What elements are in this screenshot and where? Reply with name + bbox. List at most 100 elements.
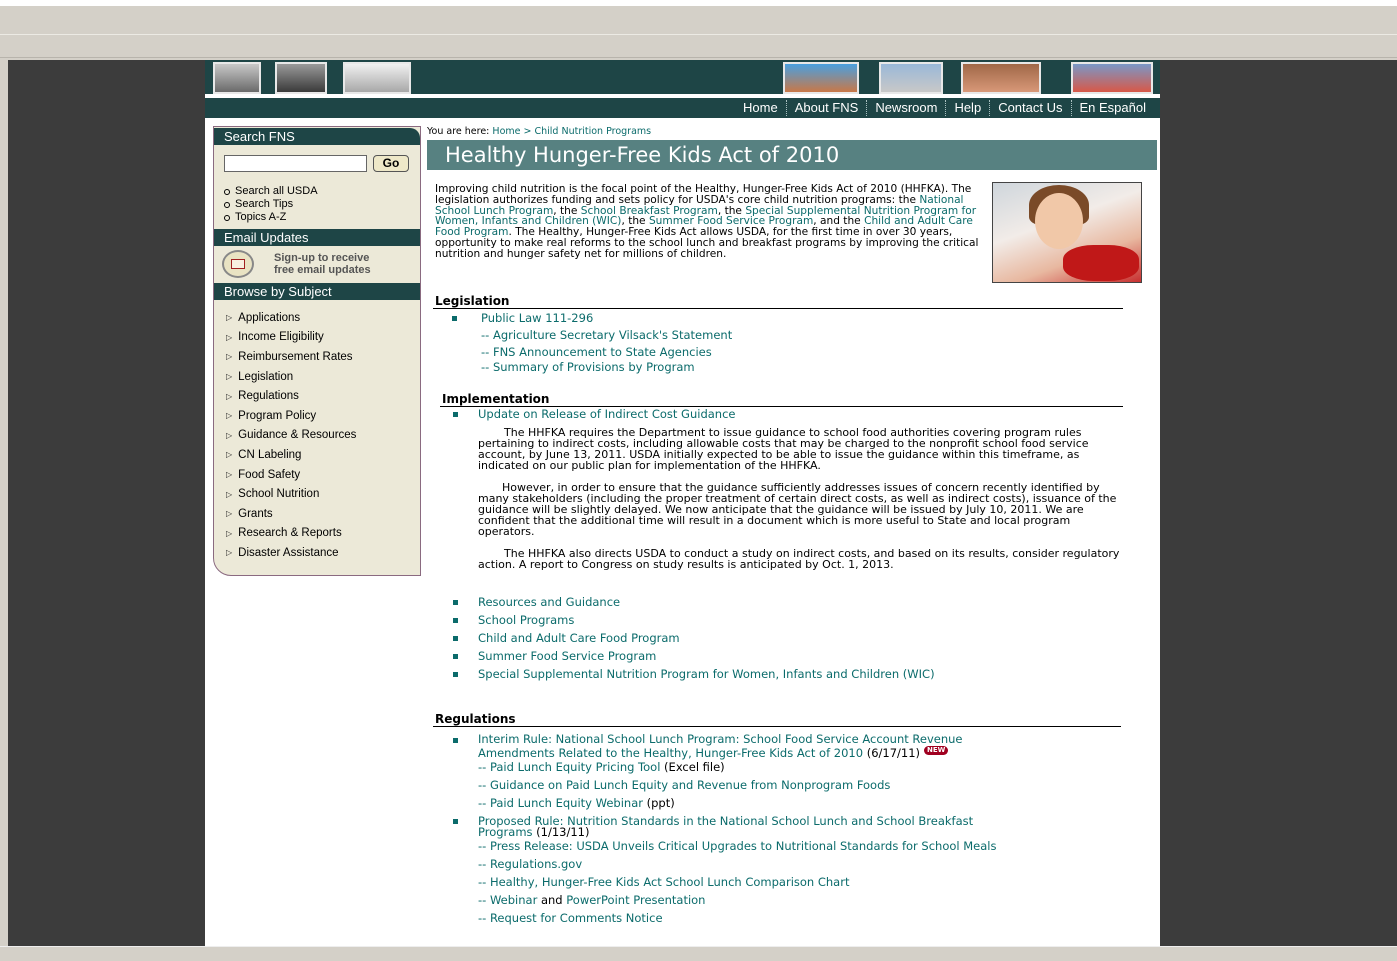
subject-label: Applications	[238, 311, 301, 324]
toolbar-divider	[0, 34, 1397, 35]
paid-lunch-webinar-link[interactable]: -- Paid Lunch Equity Webinar	[478, 796, 643, 810]
triangle-right-icon: ▷	[226, 430, 233, 440]
triangle-right-icon: ▷	[226, 450, 233, 460]
summary-provisions-link[interactable]: -- Summary of Provisions by Program	[481, 360, 695, 374]
subject-research-reports[interactable]: ▷ Research & Reports	[226, 524, 420, 544]
fns-announcement-link[interactable]: -- FNS Announcement to State Agencies	[481, 345, 712, 359]
vilsack-statement-link[interactable]: -- Agriculture Secretary Vilsack's State…	[481, 328, 732, 342]
header-photo-boy	[213, 62, 261, 94]
site-header	[205, 60, 1160, 94]
triangle-right-icon: ▷	[226, 391, 233, 401]
subject-list: ▷ Applications ▷ Income Eligibility ▷ Reimb…	[214, 300, 420, 563]
subject-food-safety[interactable]: ▷ Food Safety	[226, 465, 420, 485]
triangle-right-icon: ▷	[226, 411, 233, 421]
sfsp-link-2[interactable]: Summer Food Service Program	[478, 649, 656, 663]
subject-legislation[interactable]: ▷ Legislation	[226, 367, 420, 387]
header-photo-kids	[1071, 62, 1153, 94]
topics-a-z-link[interactable]: Topics A-Z	[224, 211, 420, 224]
email-line-1: Sign-up to receive	[274, 251, 370, 264]
proposed-rule-link-line2[interactable]: Programs	[478, 825, 533, 839]
subject-guidance-resources[interactable]: ▷ Guidance & Resources	[226, 426, 420, 446]
webinar-powerpoint-row: -- Webinar and PowerPoint Presentation	[478, 893, 705, 907]
browser-viewport[interactable]: Home About FNS Newsroom Help Contact Us …	[8, 60, 1397, 946]
breadcrumb-home[interactable]: Home	[492, 126, 520, 137]
subject-program-policy[interactable]: ▷ Program Policy	[226, 406, 420, 426]
implementation-paragraph-2: However, in order to ensure that the gui…	[478, 481, 1117, 538]
breadcrumb: You are here: Home > Child Nutrition Pro…	[427, 126, 1157, 140]
quick-link-label: Search all USDA	[235, 185, 318, 197]
request-comments-link[interactable]: -- Request for Comments Notice	[478, 911, 663, 925]
triangle-right-icon: ▷	[226, 509, 233, 519]
go-button[interactable]: Go	[373, 154, 409, 172]
subject-label: Food Safety	[238, 468, 301, 481]
new-badge: NEW	[924, 746, 949, 755]
paid-lunch-guidance-link[interactable]: -- Guidance on Paid Lunch Equity and Rev…	[478, 778, 890, 792]
search-all-usda-link[interactable]: Search all USDA	[224, 185, 420, 198]
interim-rule-line2: Amendments Related to the Healthy, Hunge…	[478, 746, 949, 760]
nav-contact-us[interactable]: Contact Us	[989, 100, 1070, 116]
square-bullet-icon	[453, 738, 458, 743]
subject-disaster-assistance[interactable]: ▷ Disaster Assistance	[226, 543, 420, 563]
breadcrumb-current[interactable]: Child Nutrition Programs	[534, 126, 651, 137]
circle-bullet-icon	[224, 188, 230, 195]
square-bullet-icon	[452, 316, 457, 321]
interim-rule-link-line1[interactable]: Interim Rule: National School Lunch Prog…	[478, 732, 963, 746]
resources-guidance-link[interactable]: Resources and Guidance	[478, 595, 620, 609]
top-navigation: Home About FNS Newsroom Help Contact Us …	[205, 98, 1160, 118]
subject-applications[interactable]: ▷ Applications	[226, 308, 420, 328]
public-law-link[interactable]: Public Law 111-296	[481, 311, 593, 325]
nav-en-espanol[interactable]: En Español	[1070, 100, 1155, 116]
email-signup[interactable]: Sign-up to receive free email updates	[214, 246, 420, 283]
subject-label: Regulations	[238, 390, 299, 403]
header-photo-family	[961, 62, 1041, 94]
nav-home[interactable]: Home	[735, 100, 786, 116]
left-sidebar: Search FNS Go Search all USDA Search Tip…	[213, 126, 421, 576]
interim-date: (6/17/11)	[863, 746, 921, 760]
wic-link-2[interactable]: Special Supplemental Nutrition Program f…	[478, 667, 935, 681]
square-bullet-icon	[453, 654, 458, 659]
intro-paragraph: Improving child nutrition is the focal p…	[435, 184, 985, 260]
pricing-tool-link[interactable]: -- Paid Lunch Equity Pricing Tool	[478, 760, 660, 774]
subject-grants[interactable]: ▷ Grants	[226, 504, 420, 524]
subject-label: Legislation	[238, 370, 294, 383]
implementation-paragraph-3: The HHFKA also directs USDA to conduct a…	[478, 547, 1120, 571]
regulations-gov-link[interactable]: -- Regulations.gov	[478, 857, 582, 871]
subject-school-nutrition[interactable]: ▷ School Nutrition	[226, 484, 420, 504]
subject-label: Disaster Assistance	[238, 546, 339, 559]
square-bullet-icon	[453, 672, 458, 677]
nav-newsroom[interactable]: Newsroom	[866, 100, 945, 116]
subject-reimbursement-rates[interactable]: ▷ Reimbursement Rates	[226, 347, 420, 367]
legislation-heading: Legislation	[433, 294, 1123, 309]
square-bullet-icon	[453, 618, 458, 623]
square-bullet-icon	[453, 636, 458, 641]
email-updates-heading: Email Updates	[214, 229, 420, 246]
circle-bullet-icon	[224, 214, 230, 221]
page-title: Healthy Hunger-Free Kids Act of 2010	[427, 140, 1157, 170]
pricing-tool-suffix: (Excel file)	[660, 760, 725, 774]
email-signup-text[interactable]: Sign-up to receive free email updates	[274, 252, 371, 276]
webinar-link[interactable]: Webinar	[490, 893, 537, 907]
triangle-right-icon: ▷	[226, 332, 233, 342]
search-input[interactable]	[224, 154, 367, 172]
interim-rule-link-line2[interactable]: Amendments Related to the Healthy, Hunge…	[478, 746, 863, 760]
square-bullet-icon	[453, 412, 458, 417]
fns-page: Home About FNS Newsroom Help Contact Us …	[205, 60, 1160, 946]
subject-label: Reimbursement Rates	[238, 350, 353, 363]
nav-help[interactable]: Help	[945, 100, 989, 116]
press-release-link[interactable]: -- Press Release: USDA Unveils Critical …	[478, 839, 997, 853]
cacfp-link-2[interactable]: Child and Adult Care Food Program	[478, 631, 680, 645]
header-photo-children	[275, 62, 327, 94]
intro-block: Improving child nutrition is the focal p…	[427, 182, 1142, 283]
proposed-rule-line2: Programs (1/13/11)	[478, 825, 589, 839]
search-tips-link[interactable]: Search Tips	[224, 198, 420, 211]
indirect-cost-guidance-link[interactable]: Update on Release of Indirect Cost Guida…	[478, 407, 735, 421]
breadcrumb-prefix: You are here:	[427, 126, 490, 137]
subject-regulations[interactable]: ▷ Regulations	[226, 386, 420, 406]
powerpoint-link[interactable]: PowerPoint Presentation	[566, 893, 705, 907]
subject-income-eligibility[interactable]: ▷ Income Eligibility	[226, 328, 420, 348]
school-programs-link[interactable]: School Programs	[478, 613, 574, 627]
subject-cn-labeling[interactable]: ▷ CN Labeling	[226, 445, 420, 465]
nav-about-fns[interactable]: About FNS	[785, 100, 867, 116]
comparison-chart-link[interactable]: -- Healthy, Hunger-Free Kids Act School …	[478, 875, 849, 889]
triangle-right-icon: ▷	[226, 470, 233, 480]
